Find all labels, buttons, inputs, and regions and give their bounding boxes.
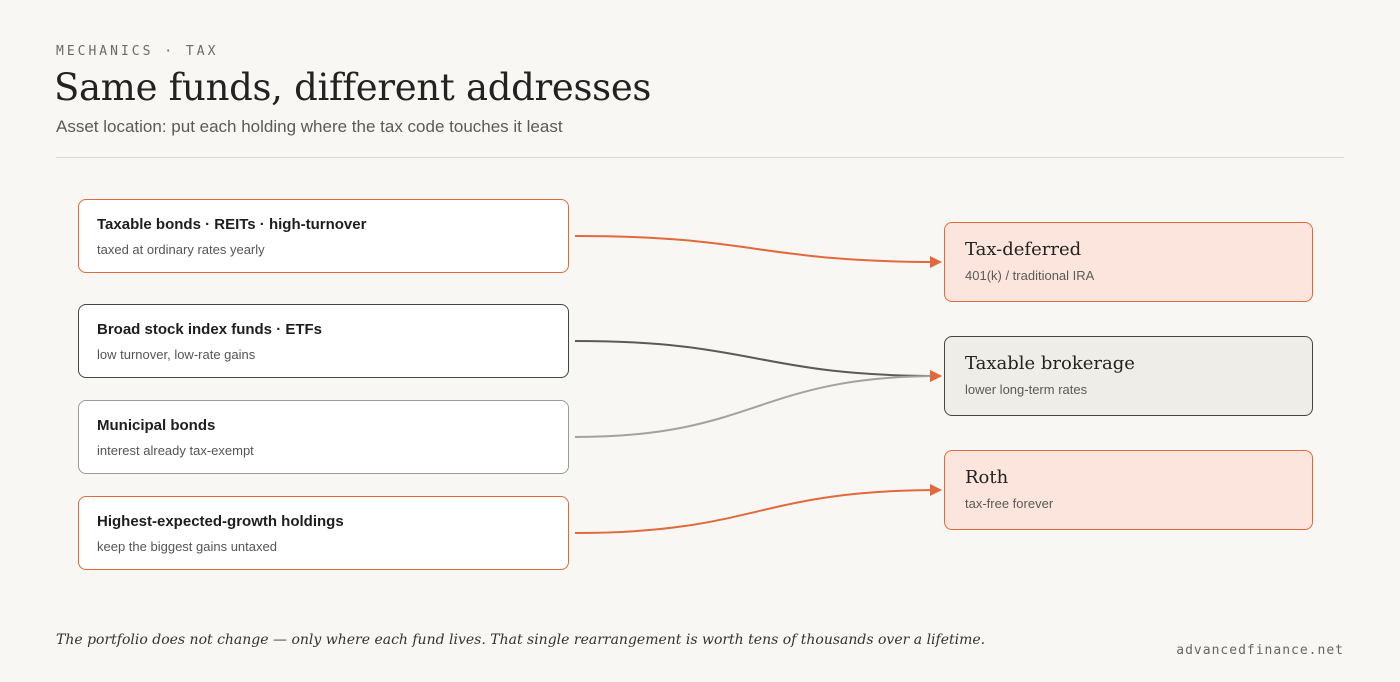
source-subtitle: low turnover, low-rate gains	[97, 347, 256, 362]
link-municipal-bonds-to-taxable-brokerage	[574, 370, 942, 438]
link-growth-holdings-to-roth	[574, 484, 942, 534]
source-card-growth-holdings: Highest-expected-growth holdings keep th…	[78, 496, 569, 570]
source-card-municipal-bonds: Municipal bonds interest already tax-exe…	[78, 400, 569, 474]
source-subtitle: keep the biggest gains untaxed	[97, 539, 277, 554]
link-taxable-bonds-to-tax-deferred	[574, 235, 942, 268]
link-index-funds-to-taxable-brokerage	[574, 340, 942, 382]
destination-card-tax-deferred: Tax-deferred 401(k) / traditional IRA	[944, 222, 1313, 302]
source-subtitle: interest already tax-exempt	[97, 443, 254, 458]
source-title: Broad stock index funds · ETFs	[97, 321, 323, 338]
destination-subtitle: 401(k) / traditional IRA	[965, 268, 1095, 283]
source-title: Highest-expected-growth holdings	[97, 513, 344, 530]
site-brand: advancedfinance.net	[1176, 643, 1344, 658]
destination-subtitle: lower long-term rates	[965, 382, 1088, 397]
footer-note: The portfolio does not change — only whe…	[56, 632, 986, 648]
source-title: Taxable bonds · REITs · high-turnover	[97, 216, 367, 233]
source-subtitle: taxed at ordinary rates yearly	[97, 242, 265, 257]
destination-card-taxable-brokerage: Taxable brokerage lower long-term rates	[944, 336, 1313, 416]
source-card-index-funds: Broad stock index funds · ETFs low turno…	[78, 304, 569, 378]
destination-subtitle: tax-free forever	[965, 496, 1054, 511]
source-card-taxable-bonds: Taxable bonds · REITs · high-turnover ta…	[78, 199, 569, 273]
destination-title: Roth	[965, 467, 1009, 488]
destination-card-roth: Roth tax-free forever	[944, 450, 1313, 530]
destination-title: Taxable brokerage	[965, 353, 1135, 374]
source-title: Municipal bonds	[97, 417, 216, 434]
destination-title: Tax-deferred	[965, 239, 1082, 260]
